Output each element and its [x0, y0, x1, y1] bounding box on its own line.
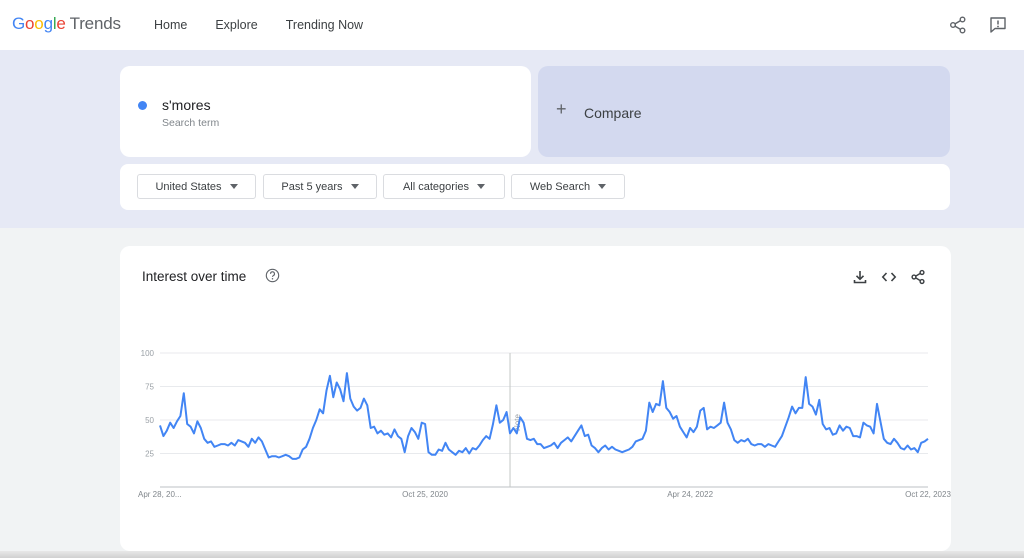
caret-down-icon	[477, 184, 486, 189]
interest-over-time-card: Interest over time 100 75 50 25 Apr 28, 20..…	[120, 246, 951, 551]
main-nav: Home Explore Trending Now	[140, 0, 377, 50]
region-filter[interactable]: United States	[137, 174, 256, 199]
filter-bar: United States Past 5 years All categorie…	[120, 164, 950, 210]
search-type-filter-label: Web Search	[529, 180, 591, 193]
y-tick-label: 100	[141, 349, 155, 358]
x-tick-label: Oct 22, 2023	[905, 490, 951, 499]
google-trends-logo[interactable]: Google Trends	[12, 14, 121, 34]
top-bar: Google Trends Home Explore Trending Now	[0, 0, 1024, 50]
category-filter[interactable]: All categories	[383, 174, 505, 199]
x-tick-label: Apr 28, 20...	[138, 490, 182, 499]
feedback-icon[interactable]	[988, 15, 1008, 35]
x-tick-label: Oct 25, 2020	[402, 490, 448, 499]
caret-down-icon	[229, 184, 238, 189]
page-bottom-edge	[0, 551, 1024, 558]
term-color-dot	[138, 101, 147, 110]
search-term-type: Search term	[162, 117, 220, 129]
y-tick-label: 25	[145, 450, 154, 459]
help-icon[interactable]	[265, 268, 280, 283]
caret-down-icon	[350, 184, 359, 189]
logo-product-name: Trends	[69, 14, 121, 33]
nav-home[interactable]: Home	[140, 0, 201, 50]
plus-icon: +	[556, 99, 567, 119]
download-icon[interactable]	[852, 269, 868, 285]
search-type-filter[interactable]: Web Search	[511, 174, 625, 199]
search-term-name[interactable]: s'mores	[162, 97, 211, 113]
chart-share-icon[interactable]	[910, 269, 926, 285]
x-tick-label: Apr 24, 2022	[667, 490, 713, 499]
interest-chart: 100 75 50 25 Apr 28, 20... Oct 25, 2020 Apr 24…	[138, 349, 951, 499]
nav-explore[interactable]: Explore	[201, 0, 271, 50]
nav-trending-now[interactable]: Trending Now	[272, 0, 377, 50]
series-line	[159, 372, 929, 460]
search-term-card[interactable]: s'mores Search term	[120, 66, 531, 157]
category-filter-label: All categories	[402, 180, 470, 193]
embed-icon[interactable]	[881, 269, 897, 285]
y-tick-label: 75	[145, 383, 154, 392]
y-tick-label: 50	[145, 416, 154, 425]
period-filter[interactable]: Past 5 years	[263, 174, 377, 199]
chart-title: Interest over time	[142, 269, 247, 284]
caret-down-icon	[598, 184, 607, 189]
share-icon[interactable]	[948, 15, 968, 35]
compare-label: Compare	[584, 105, 642, 121]
period-filter-label: Past 5 years	[281, 180, 343, 193]
compare-button[interactable]: + Compare	[538, 66, 950, 157]
region-filter-label: United States	[155, 180, 222, 193]
